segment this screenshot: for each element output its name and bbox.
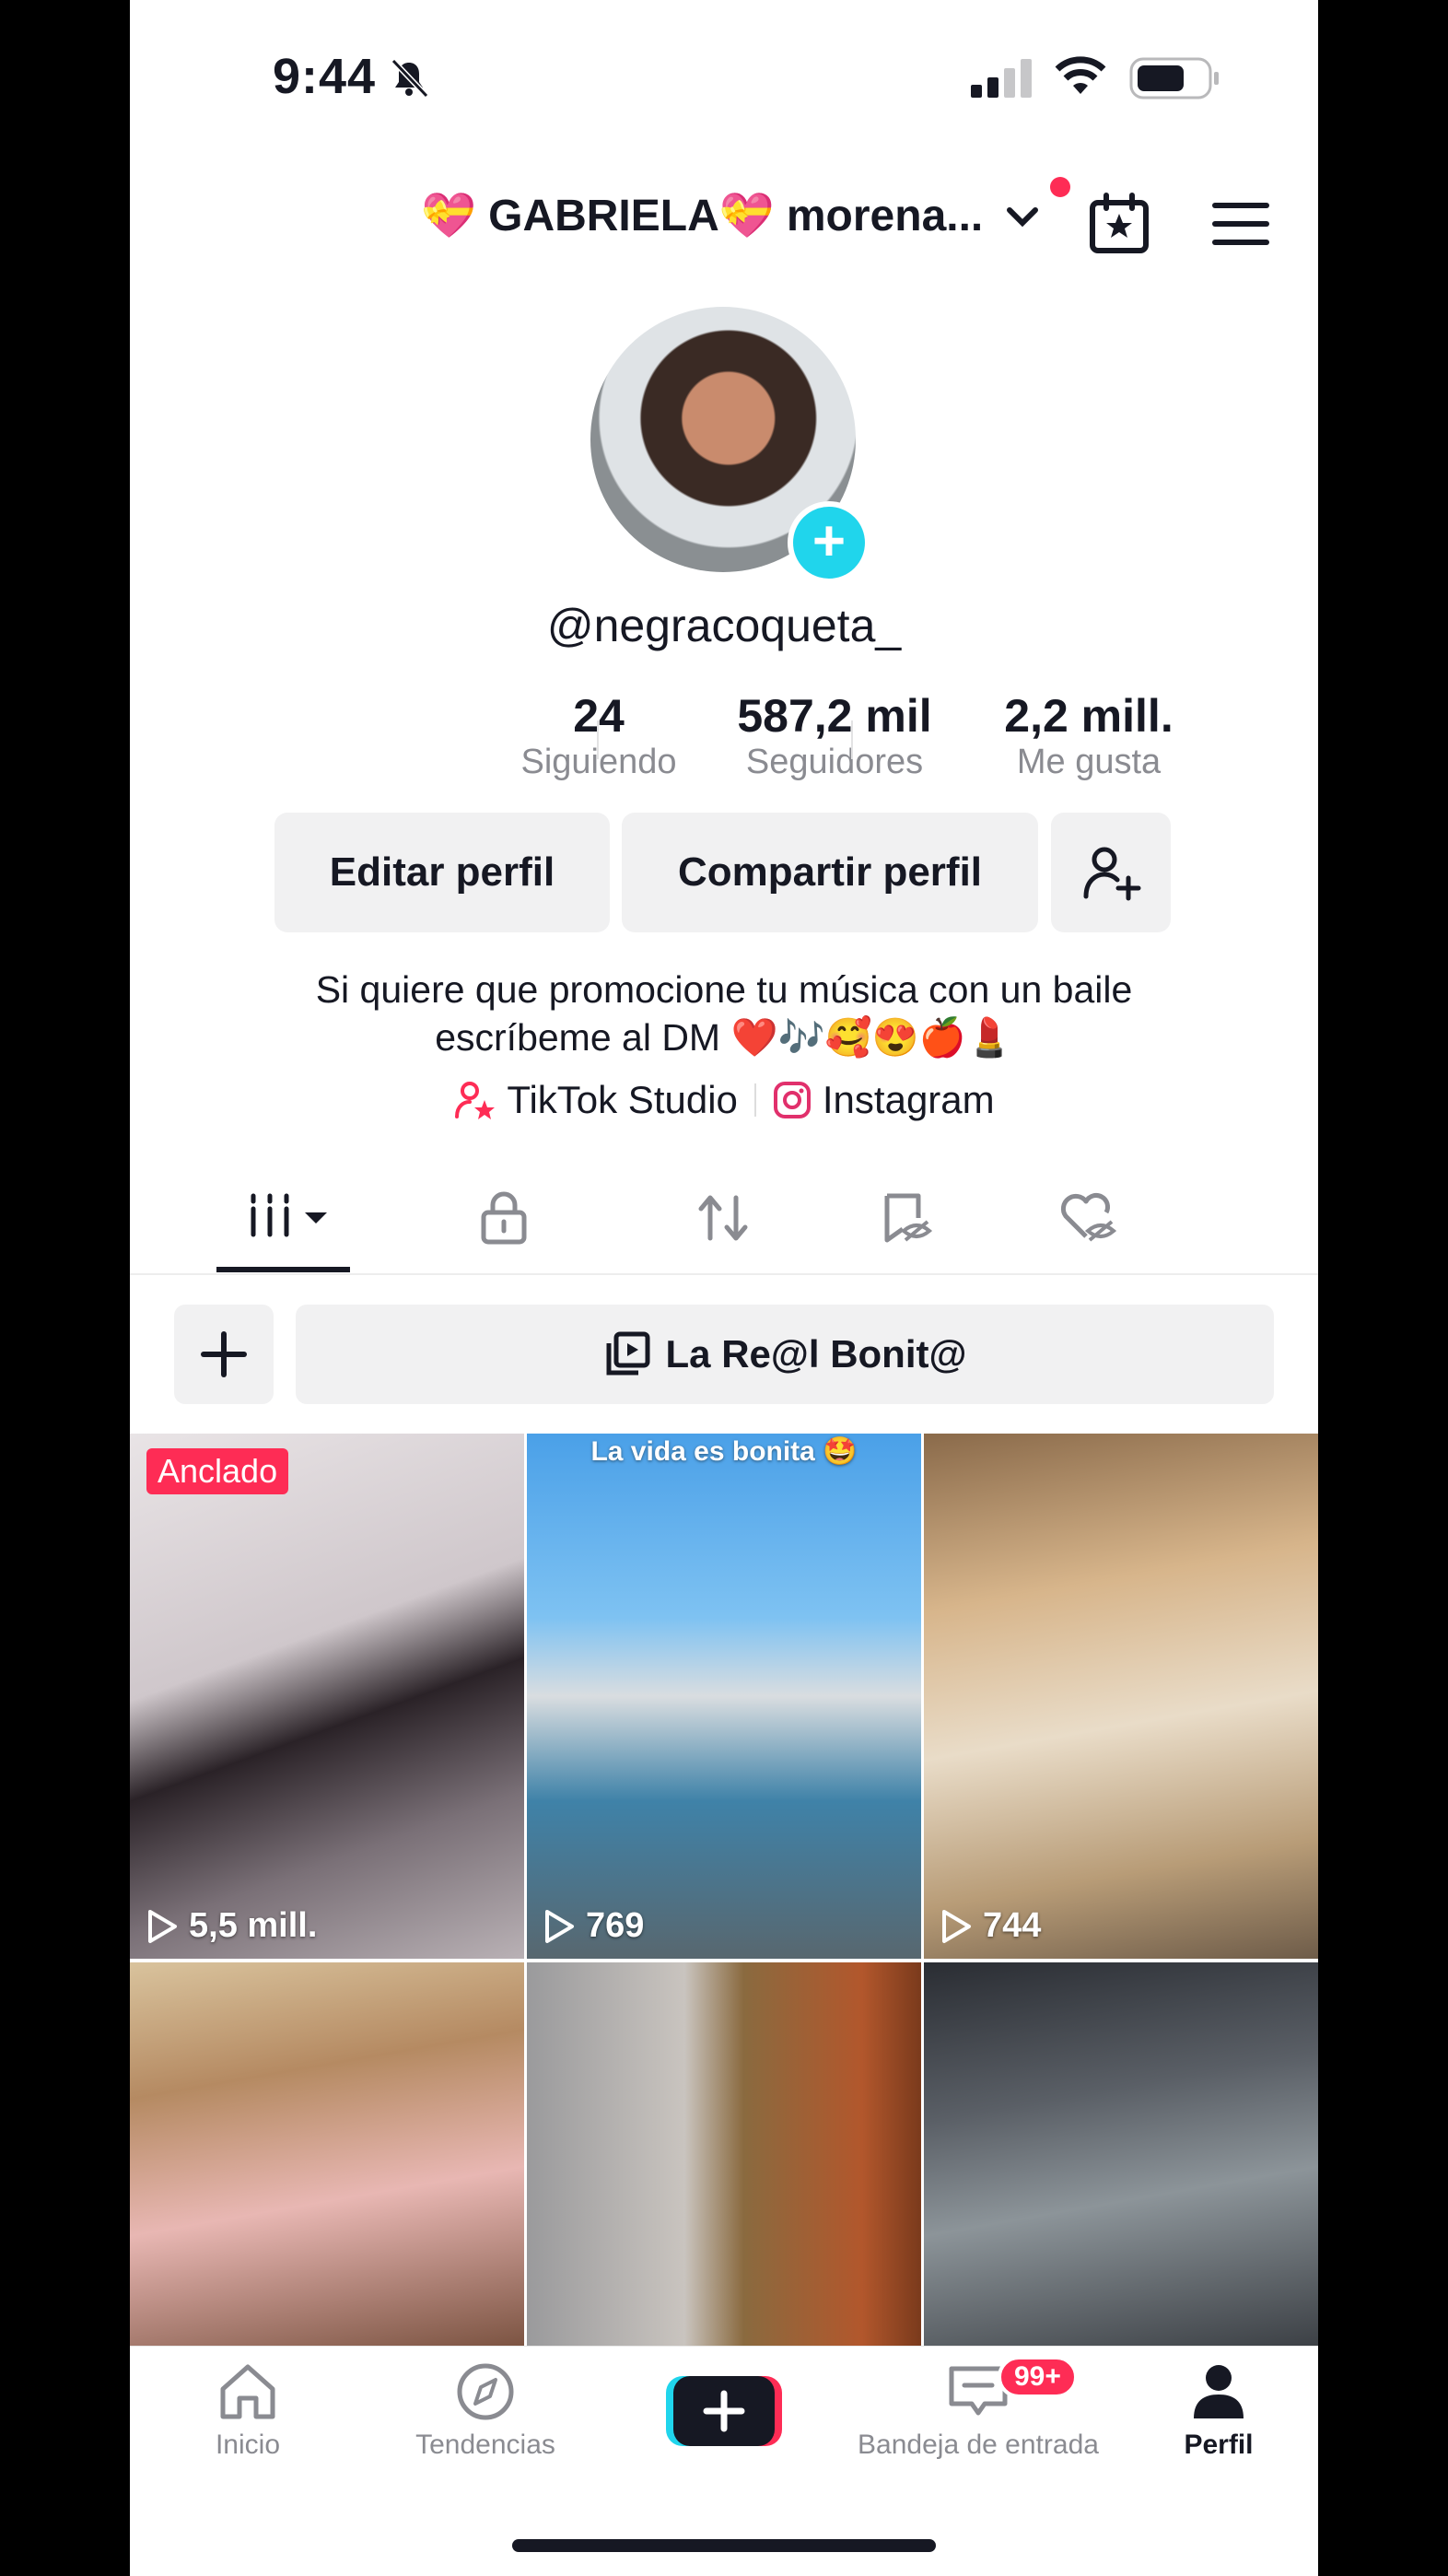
view-count: 5,5 mill.: [146, 1906, 317, 1946]
wifi-icon: [1055, 56, 1106, 94]
create-button[interactable]: [666, 2374, 782, 2448]
link-divider: [753, 1083, 756, 1117]
bio-line: Si quiere que promocione tu música con u…: [315, 968, 1133, 1011]
tab-liked[interactable]: [1058, 1190, 1117, 1250]
tiktok-studio-link[interactable]: TikTok Studio: [453, 1078, 738, 1122]
grid-dropdown-icon: [251, 1193, 327, 1237]
home-indicator: [512, 2539, 936, 2552]
video-caption: La vida es bonita 🤩: [590, 1436, 858, 1467]
play-icon: [545, 1909, 574, 1943]
video-tile[interactable]: [924, 1962, 1318, 2349]
tab-favorites[interactable]: [878, 1190, 933, 1250]
play-icon: [942, 1909, 971, 1943]
nav-profile[interactable]: Perfil: [1108, 2361, 1318, 2461]
calendar-star-icon[interactable]: [1088, 192, 1150, 254]
active-tab-indicator: [216, 1267, 350, 1272]
username: @negracoqueta_: [546, 600, 902, 651]
view-count-value: 769: [586, 1906, 645, 1945]
profile-tabs: [130, 1170, 1318, 1275]
stat-following[interactable]: 24 Siguiendo: [488, 689, 709, 782]
play-icon: [148, 1909, 177, 1943]
instagram-link[interactable]: Instagram: [773, 1078, 995, 1122]
chevron-down-icon[interactable]: [1004, 205, 1041, 230]
cellular-signal-icon: [971, 59, 1032, 98]
stat-label: Seguidores: [745, 743, 924, 781]
add-playlist-button[interactable]: [174, 1305, 274, 1404]
lock-icon: [481, 1191, 527, 1245]
nav-discover[interactable]: Tendencias: [375, 2361, 596, 2461]
share-profile-button[interactable]: Compartir perfil: [622, 813, 1038, 932]
profile-screen: 9:44 💝 GABRIELA💝 morena... + @negracoque…: [130, 0, 1318, 2576]
status-time: 9:44: [273, 49, 377, 104]
nav-home-label: Inicio: [215, 2430, 281, 2460]
stat-value: 24: [573, 690, 625, 742]
instagram-icon: [773, 1082, 811, 1118]
bookmark-hidden-icon: [884, 1193, 933, 1243]
nav-discover-label: Tendencias: [415, 2430, 555, 2460]
menu-icon[interactable]: [1212, 203, 1269, 245]
person-add-icon: [1083, 847, 1141, 901]
stat-likes[interactable]: 2,2 mill. Me gusta: [978, 689, 1199, 782]
home-icon: [220, 2364, 275, 2419]
notification-dot: [1050, 177, 1070, 197]
view-count: 744: [940, 1906, 1041, 1946]
playlist-name: La Re@l Bonit@: [665, 1332, 967, 1376]
stat-label: Siguiendo: [520, 743, 677, 781]
video-tile[interactable]: 744: [924, 1434, 1318, 1959]
tab-videos[interactable]: [246, 1190, 338, 1247]
bio-line: escríbeme al DM ❤️🎶🥰😍🍎💄: [435, 1016, 1013, 1059]
inbox-badge: 99+: [998, 2356, 1078, 2398]
view-count: 769: [543, 1906, 644, 1946]
stat-value: 587,2 mil: [737, 690, 932, 742]
person-star-icon: [455, 1082, 496, 1119]
tab-private[interactable]: [478, 1190, 530, 1250]
person-icon: [1194, 2365, 1244, 2418]
repost-icon: [698, 1195, 748, 1241]
edit-profile-button[interactable]: Editar perfil: [274, 813, 610, 932]
tab-reposts[interactable]: [695, 1190, 751, 1250]
profile-links: TikTok Studio Instagram: [130, 1078, 1318, 1122]
display-name-switcher[interactable]: 💝 GABRIELA💝 morena...: [421, 189, 983, 241]
heart-hidden-icon: [1060, 1192, 1117, 1242]
plus-icon: [201, 1331, 247, 1377]
playlist-icon: [606, 1331, 650, 1376]
view-count-value: 744: [983, 1906, 1042, 1945]
nav-profile-label: Perfil: [1184, 2430, 1254, 2460]
add-story-plus-icon[interactable]: +: [788, 501, 870, 584]
stat-followers[interactable]: 587,2 mil Seguidores: [724, 689, 945, 782]
nav-home[interactable]: Inicio: [137, 2361, 358, 2461]
battery-icon: [1129, 57, 1219, 100]
add-friends-button[interactable]: [1051, 813, 1171, 932]
view-count-value: 5,5 mill.: [189, 1906, 318, 1945]
video-tile[interactable]: [527, 1962, 921, 2349]
playlist-chip[interactable]: La Re@l Bonit@: [296, 1305, 1274, 1404]
compass-icon: [457, 2363, 514, 2420]
tiktok-studio-label: TikTok Studio: [507, 1078, 738, 1121]
instagram-label: Instagram: [822, 1078, 995, 1121]
video-tile-pinned[interactable]: Anclado 5,5 mill.: [130, 1434, 524, 1959]
stat-label: Me gusta: [1016, 743, 1162, 781]
bell-muted-icon: [391, 58, 429, 99]
video-tile[interactable]: La vida es bonita 🤩 769: [527, 1434, 921, 1959]
pinned-badge: Anclado: [146, 1448, 289, 1494]
stat-divider: [597, 720, 599, 759]
video-tile[interactable]: [130, 1962, 524, 2349]
stat-value: 2,2 mill.: [1004, 690, 1174, 742]
bio: Si quiere que promocione tu música con u…: [130, 966, 1318, 1061]
stat-divider: [851, 720, 853, 759]
nav-inbox-label: Bandeja de entrada: [858, 2430, 1099, 2460]
